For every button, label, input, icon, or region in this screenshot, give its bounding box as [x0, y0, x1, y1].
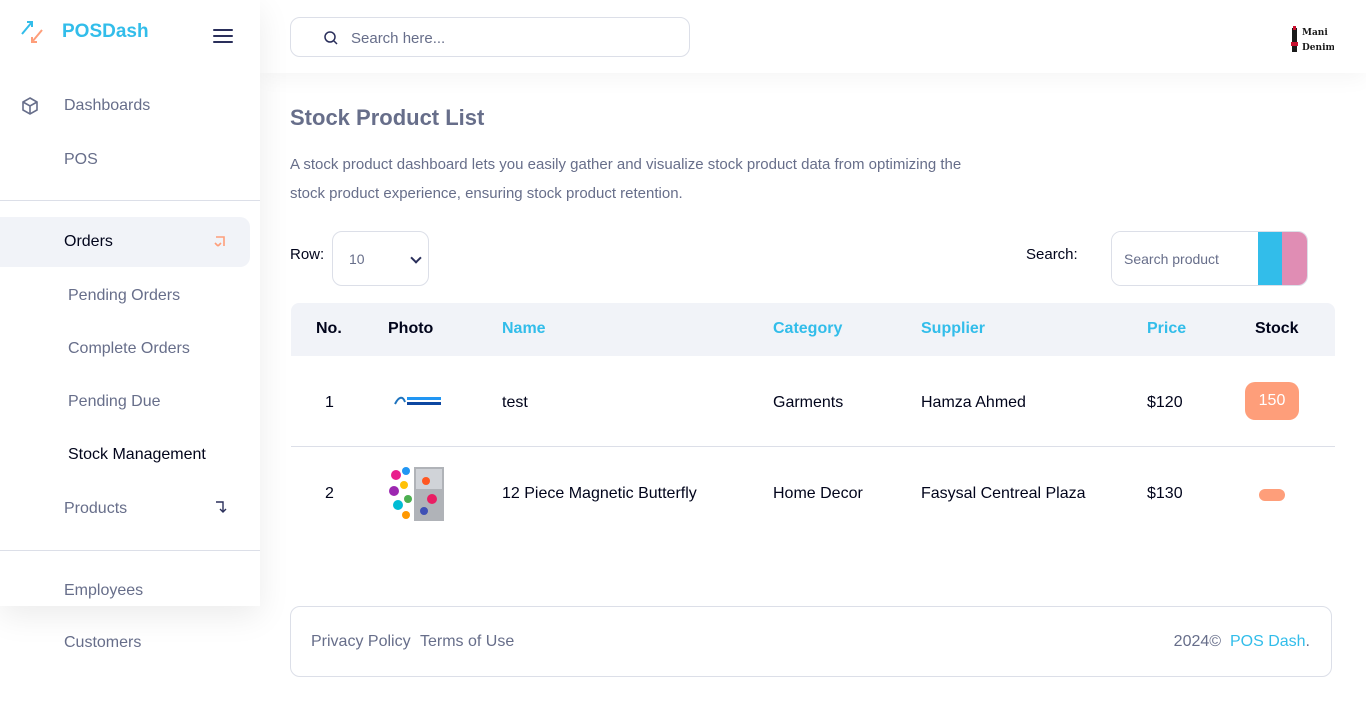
search-button[interactable]: [1258, 232, 1282, 285]
cell-supplier: Hamza Ahmed: [921, 394, 1026, 411]
column-header-supplier[interactable]: Supplier: [921, 320, 985, 338]
sidebar-item-dashboards[interactable]: Dashboards: [0, 81, 250, 131]
sidebar-divider: [0, 550, 260, 551]
brand-logo-icon: [20, 20, 44, 44]
arrow-up-icon: [214, 233, 228, 251]
column-header-stock: Stock: [1255, 320, 1299, 337]
brand[interactable]: POSDash: [20, 20, 149, 44]
cell-category: Home Decor: [773, 485, 863, 502]
cell-name: test: [502, 394, 528, 411]
page-title: Stock Product List: [290, 105, 485, 130]
rows-per-page-value: 10: [349, 250, 365, 267]
terms-of-use-link[interactable]: Terms of Use: [420, 633, 514, 651]
sidebar: POSDash Dashboards POS Orders Pending Or…: [0, 0, 260, 606]
product-search-input[interactable]: [1112, 232, 1258, 285]
sidebar-item-pos[interactable]: POS: [0, 135, 250, 185]
cell-name: 12 Piece Magnetic Butterfly: [502, 485, 697, 502]
stock-badge: 150: [1245, 382, 1299, 420]
cell-price: $120: [1147, 394, 1183, 411]
copyright-period: .: [1305, 633, 1310, 650]
table-header: No. Photo Name Category Supplier Price S…: [291, 303, 1335, 356]
arrow-down-icon: [214, 500, 228, 518]
search-icon: [324, 31, 338, 45]
cell-no: 2: [325, 485, 334, 502]
sidebar-item-label: POS: [64, 151, 98, 168]
menu-toggle-icon[interactable]: [213, 29, 233, 45]
chevron-down-icon: [410, 252, 422, 264]
sidebar-item-label: Employees: [64, 582, 144, 599]
column-header-price[interactable]: Price: [1147, 320, 1186, 338]
topbar: Mani Denim: [260, 0, 1366, 73]
sidebar-item-products[interactable]: Products: [0, 484, 250, 534]
sidebar-item-label: Dashboards: [64, 97, 151, 114]
user-avatar-logo[interactable]: Mani Denim: [1288, 22, 1335, 56]
column-header-name[interactable]: Name: [502, 320, 546, 338]
table-row: 2 12 Piece Magnetic Butterfly Home Decor…: [291, 447, 1335, 538]
page-description: A stock product dashboard lets you easil…: [290, 156, 962, 202]
search-label: Search:: [1026, 246, 1078, 263]
product-photo: [393, 394, 443, 413]
copyright-year: 2024©: [1173, 633, 1222, 650]
sidebar-item-orders[interactable]: Orders: [0, 217, 250, 267]
cube-icon: [20, 96, 40, 116]
search-input[interactable]: [351, 26, 671, 50]
column-header-category[interactable]: Category: [773, 320, 842, 338]
sidebar-item-employees[interactable]: Employees: [0, 566, 250, 616]
sidebar-subitem-stock-management[interactable]: Stock Management: [68, 446, 206, 464]
copyright: 2024© POS Dash.: [1174, 633, 1310, 651]
column-header-photo: Photo: [388, 320, 434, 337]
reset-button[interactable]: [1282, 232, 1307, 285]
product-photo: [386, 463, 446, 528]
stock-badge: [1259, 489, 1285, 501]
sidebar-item-label: Products: [64, 500, 128, 517]
column-header-no: No.: [316, 320, 342, 337]
cell-no: 1: [325, 394, 334, 411]
svg-text:Denim: Denim: [1302, 43, 1334, 53]
cell-category: Garments: [773, 394, 844, 411]
sidebar-subitem-pending-orders[interactable]: Pending Orders: [68, 287, 180, 305]
cell-price: $130: [1147, 485, 1183, 502]
brand-name: POSDash: [62, 21, 149, 42]
product-search: [1111, 231, 1308, 286]
sidebar-subitem-pending-due[interactable]: Pending Due: [68, 393, 161, 411]
sidebar-item-label: Orders: [64, 233, 113, 250]
cell-supplier: Fasysal Centreal Plaza: [921, 485, 1086, 502]
sidebar-divider: [0, 200, 260, 201]
row-label: Row:: [290, 246, 325, 263]
global-search[interactable]: [290, 17, 690, 57]
rows-per-page-select[interactable]: 10: [332, 231, 429, 286]
footer: Privacy Policy Terms of Use 2024© POS Da…: [290, 606, 1332, 677]
privacy-policy-link[interactable]: Privacy Policy: [311, 633, 411, 651]
sidebar-item-customers[interactable]: Customers: [64, 634, 141, 652]
svg-text:Mani: Mani: [1302, 28, 1328, 38]
footer-brand-link[interactable]: POS Dash: [1230, 633, 1306, 650]
table-row: 1 test Garments Hamza Ahmed $120 150: [291, 356, 1335, 447]
sidebar-subitem-complete-orders[interactable]: Complete Orders: [68, 340, 190, 358]
